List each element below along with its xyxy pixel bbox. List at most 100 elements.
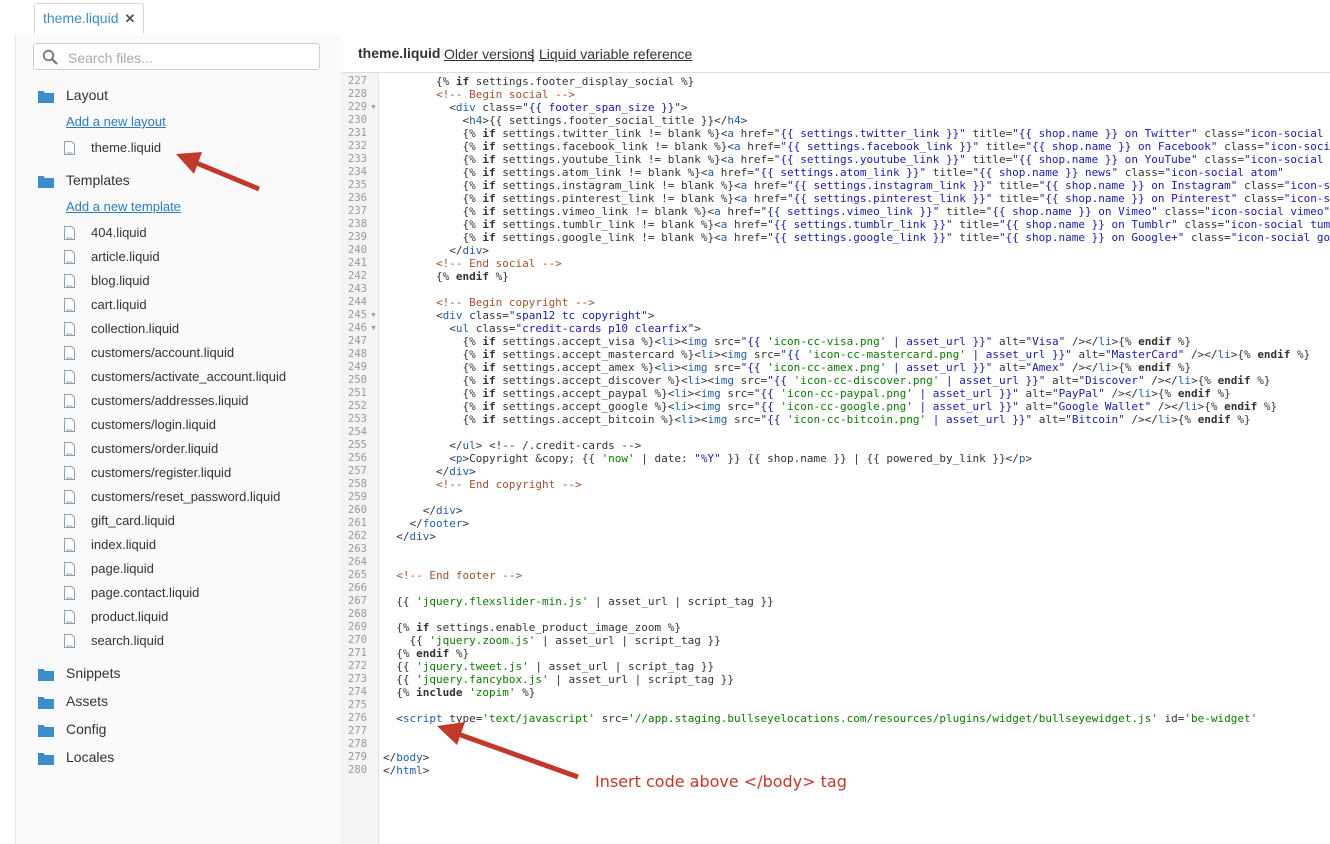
code-line[interactable]: <ul class="credit-cards p10 clearfix">: [383, 322, 701, 335]
line-number: 244: [348, 296, 367, 308]
line-number: 259: [348, 491, 367, 503]
line-number: 263: [348, 543, 367, 555]
tab-theme-liquid[interactable]: theme.liquid ✕: [34, 3, 145, 34]
file-icon: [64, 562, 75, 576]
code-line[interactable]: {% if settings.accept_paypal %}<li><img …: [383, 387, 1230, 400]
line-number: 247: [348, 335, 367, 347]
code-line[interactable]: {% if settings.atom_link != blank %}<a h…: [383, 166, 1283, 179]
search-box[interactable]: [33, 43, 320, 70]
close-icon[interactable]: ✕: [125, 11, 136, 26]
code-line[interactable]: {{ 'jquery.flexslider-min.js' | asset_ur…: [383, 595, 774, 608]
file-icon: [64, 250, 75, 264]
line-number: 270: [348, 634, 367, 646]
code-line[interactable]: {% if settings.accept_amex %}<li><img sr…: [383, 361, 1191, 374]
fold-toggle-icon[interactable]: ▼: [370, 309, 377, 322]
file-name: theme.liquid: [91, 140, 162, 155]
file-icon: [64, 226, 75, 240]
folder-label: Assets: [66, 693, 109, 709]
code-line[interactable]: {% if settings.google_link != blank %}<a…: [383, 231, 1330, 244]
code-line[interactable]: </ul> <!-- /.credit-cards -->: [383, 439, 641, 452]
code-line[interactable]: {% endif %}: [383, 647, 469, 660]
code-line[interactable]: {% endif %}: [383, 270, 509, 283]
line-number: 235: [348, 179, 367, 191]
code-line[interactable]: <script type='text/javascript' src='//ap…: [383, 712, 1257, 725]
editor-header: theme.liquid Older versions | Liquid var…: [341, 35, 1330, 73]
file-icon: [64, 586, 75, 600]
add-templates-link[interactable]: Add a new template: [66, 199, 181, 215]
file-icon: [64, 490, 75, 504]
code-line[interactable]: <!-- End footer -->: [383, 569, 522, 582]
tab-title[interactable]: theme.liquid: [43, 10, 119, 26]
code-line[interactable]: {% if settings.footer_display_social %}: [383, 75, 694, 88]
file-icon: [64, 466, 75, 480]
file-name: customers/activate_account.liquid: [91, 369, 287, 384]
line-number: 243: [348, 283, 367, 295]
older-versions-link[interactable]: Older versions: [444, 46, 534, 62]
code-line[interactable]: {{ 'jquery.zoom.js' | asset_url | script…: [383, 634, 720, 647]
code-line[interactable]: {% if settings.vimeo_link != blank %}<a …: [383, 205, 1330, 218]
folder-icon: [38, 172, 54, 188]
file-name: cart.liquid: [91, 297, 147, 312]
code-line[interactable]: {% if settings.facebook_link != blank %}…: [383, 140, 1330, 153]
fold-toggle-icon[interactable]: ▼: [370, 101, 377, 114]
code-line[interactable]: {% if settings.accept_mastercard %}<li><…: [383, 348, 1310, 361]
line-number: 267: [348, 595, 367, 607]
code-line[interactable]: <!-- End copyright -->: [383, 478, 582, 491]
code-line[interactable]: {% if settings.accept_google %}<li><img …: [383, 400, 1277, 413]
code-line[interactable]: {% if settings.accept_discover %}<li><im…: [383, 374, 1270, 387]
code-line[interactable]: <!-- Begin social -->: [383, 88, 575, 101]
code-line[interactable]: </html>: [383, 764, 429, 777]
fold-toggle-icon[interactable]: ▼: [370, 322, 377, 335]
line-number: 280: [348, 764, 367, 776]
line-number: 276: [348, 712, 367, 724]
code-line[interactable]: </div>: [383, 244, 489, 257]
line-number: 238: [348, 218, 367, 230]
code-editor[interactable]: {% if settings.footer_display_social %} …: [383, 73, 1330, 844]
code-line[interactable]: {% if settings.pinterest_link != blank %…: [383, 192, 1330, 205]
code-line[interactable]: <!-- End social -->: [383, 257, 562, 270]
code-line[interactable]: </div>: [383, 504, 463, 517]
code-line[interactable]: {{ 'jquery.fancybox.js' | asset_url | sc…: [383, 673, 734, 686]
file-name: customers/reset_password.liquid: [91, 489, 281, 504]
liquid-reference-link[interactable]: Liquid variable reference: [539, 46, 692, 62]
code-line[interactable]: <h4>{{ settings.footer_social_title }}</…: [383, 114, 747, 127]
file-name: customers/order.liquid: [91, 441, 219, 456]
code-line[interactable]: <div class="span12 tc copyright">: [383, 309, 655, 322]
file-icon: [64, 394, 75, 408]
file-title: theme.liquid: [358, 45, 441, 61]
code-line[interactable]: {% if settings.accept_visa %}<li><img sr…: [383, 335, 1191, 348]
code-line[interactable]: </footer>: [383, 517, 469, 530]
code-line[interactable]: <p>Copyright &copy; {{ 'now' | date: "%Y…: [383, 452, 1032, 465]
code-line[interactable]: <!-- Begin copyright -->: [383, 296, 595, 309]
code-line[interactable]: {{ 'jquery.tweet.js' | asset_url | scrip…: [383, 660, 714, 673]
file-name: product.liquid: [91, 609, 169, 624]
code-line[interactable]: {% include 'zopim' %}: [383, 686, 535, 699]
code-line[interactable]: {% if settings.accept_bitcoin %}<li><img…: [383, 413, 1250, 426]
search-input[interactable]: [66, 46, 310, 69]
line-number: 261: [348, 517, 367, 529]
code-line[interactable]: {% if settings.tumblr_link != blank %}<a…: [383, 218, 1330, 231]
file-name: customers/register.liquid: [91, 465, 232, 480]
line-number: 268: [348, 608, 367, 620]
line-number: 232: [348, 140, 367, 152]
code-line[interactable]: {% if settings.youtube_link != blank %}<…: [383, 153, 1330, 166]
code-line[interactable]: </div>: [383, 530, 436, 543]
file-icon: [64, 538, 75, 552]
line-number: 248: [348, 348, 367, 360]
file-name: customers/login.liquid: [91, 417, 217, 432]
line-number: 252: [348, 400, 367, 412]
code-line[interactable]: </body>: [383, 751, 429, 764]
line-number: 237: [348, 205, 367, 217]
line-number: 227: [348, 75, 367, 87]
file-icon: [64, 418, 75, 432]
code-line[interactable]: {% if settings.twitter_link != blank %}<…: [383, 127, 1330, 140]
code-line[interactable]: {% if settings.instagram_link != blank %…: [383, 179, 1330, 192]
file-name: index.liquid: [91, 537, 157, 552]
tab-bar: theme.liquid ✕: [0, 0, 1330, 35]
add-layout-link[interactable]: Add a new layout: [66, 114, 166, 130]
code-line[interactable]: {% if settings.enable_product_image_zoom…: [383, 621, 681, 634]
line-number: 241: [348, 257, 367, 269]
line-number: 265: [348, 569, 367, 581]
code-line[interactable]: </div>: [383, 465, 476, 478]
code-line[interactable]: <div class="{{ footer_span_size }}">: [383, 101, 687, 114]
